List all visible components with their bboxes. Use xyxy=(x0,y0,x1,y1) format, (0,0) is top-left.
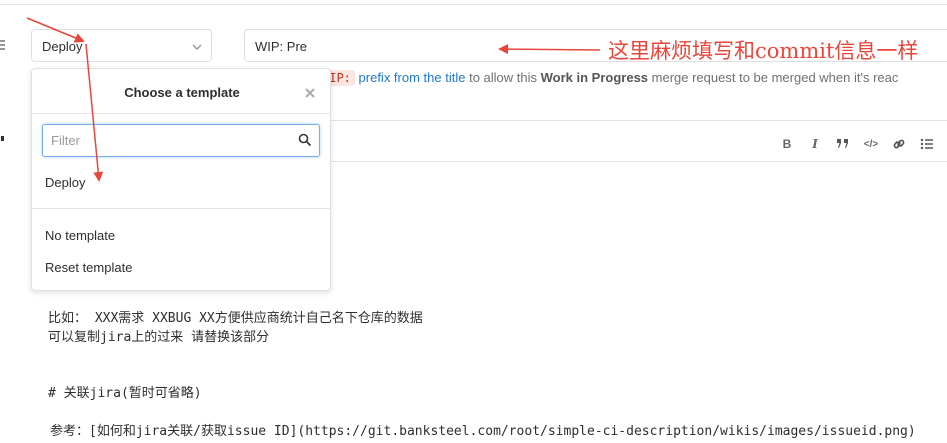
reset-template-option[interactable]: Reset template xyxy=(45,260,132,275)
left-label-fragment xyxy=(0,38,6,55)
dropdown-footer-divider xyxy=(32,208,330,209)
wip-help-text: WIP: prefix from the title to allow this… xyxy=(318,70,899,86)
help-tail: merge request to be merged when it's rea… xyxy=(648,70,899,85)
editor-line-1: 比如： XXX需求 XXBUG XX方便供应商统计自己名下仓库的数据 xyxy=(48,311,423,326)
editor-line-2: 可以复制jira上的过来 请替换该部分 xyxy=(48,330,270,345)
editor-line-3: # 关联jira(暂时可省略) xyxy=(48,386,202,401)
editor-top-border xyxy=(330,120,947,121)
code-button[interactable]: </> xyxy=(861,134,881,154)
filter-input[interactable] xyxy=(43,125,291,156)
annotation-text: 这里麻烦填写和commit信息一样 xyxy=(608,39,919,63)
bullet-list-button[interactable] xyxy=(917,134,937,154)
help-middle: to allow this xyxy=(465,70,541,85)
help-bold: Work in Progress xyxy=(540,70,649,85)
template-filter-field[interactable] xyxy=(42,124,320,157)
remove-wip-link[interactable]: prefix from the title xyxy=(359,70,466,85)
search-icon xyxy=(298,133,312,147)
editor-tab-border xyxy=(330,161,947,162)
chevron-down-icon xyxy=(191,40,203,52)
top-divider xyxy=(0,4,947,5)
dropdown-divider xyxy=(32,113,330,114)
template-option-deploy[interactable]: Deploy xyxy=(45,175,85,190)
dropdown-title: Choose a template xyxy=(124,85,240,100)
close-icon[interactable] xyxy=(305,85,315,101)
bold-button[interactable]: B xyxy=(777,134,797,154)
template-dropdown-menu: Choose a template Deploy No template Res… xyxy=(31,68,331,291)
title-input-value: WIP: Pre xyxy=(255,39,308,54)
left-label-fragment-2 xyxy=(0,132,6,147)
no-template-option[interactable]: No template xyxy=(45,228,115,243)
template-selected-label: Deploy xyxy=(42,39,83,54)
quote-button[interactable] xyxy=(833,134,853,154)
link-button[interactable] xyxy=(889,134,909,154)
editor-line-4: 参考：[如何和jira关联/获取issue ID](https://git.ba… xyxy=(50,424,916,439)
template-dropdown-toggle[interactable]: Deploy xyxy=(31,29,212,62)
italic-button[interactable]: I xyxy=(805,134,825,154)
